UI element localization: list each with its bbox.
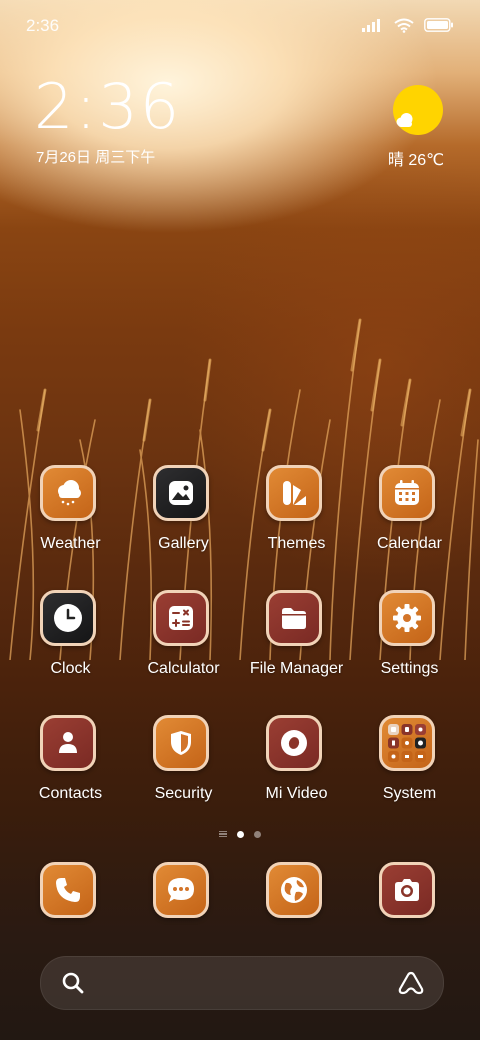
calculator-icon bbox=[153, 590, 209, 646]
person-icon bbox=[40, 715, 96, 771]
browser-icon bbox=[266, 862, 322, 918]
search-icon[interactable] bbox=[61, 971, 85, 995]
app-themes[interactable]: Themes bbox=[240, 465, 353, 575]
dock-browser[interactable] bbox=[240, 862, 353, 922]
app-security[interactable]: Security bbox=[127, 715, 240, 825]
status-time: 2:36 bbox=[26, 16, 60, 35]
folder-grid-icon bbox=[379, 715, 435, 771]
clock-widget-time[interactable]: 2:36 bbox=[34, 76, 181, 138]
dock-camera[interactable] bbox=[353, 862, 466, 922]
app-file-manager[interactable]: File Manager bbox=[240, 590, 353, 700]
app-mi-video[interactable]: Mi Video bbox=[240, 715, 353, 825]
search-bar[interactable] bbox=[40, 956, 444, 1010]
app-label: Weather bbox=[40, 535, 101, 552]
gear-icon bbox=[379, 590, 435, 646]
phone-icon bbox=[40, 862, 96, 918]
app-gallery[interactable]: Gallery bbox=[127, 465, 240, 575]
app-clock[interactable]: Clock bbox=[14, 590, 127, 700]
app-label: Gallery bbox=[158, 535, 209, 552]
status-bar: 2:36 bbox=[0, 0, 480, 50]
dock-messages[interactable] bbox=[127, 862, 240, 922]
battery-icon bbox=[424, 18, 453, 32]
app-settings[interactable]: Settings bbox=[353, 590, 466, 700]
dock-phone[interactable] bbox=[14, 862, 127, 922]
status-icons bbox=[362, 16, 454, 34]
assistant-icon[interactable] bbox=[397, 970, 425, 996]
app-label: Clock bbox=[50, 660, 91, 677]
app-label: Contacts bbox=[38, 785, 103, 802]
app-label: Calendar bbox=[377, 535, 442, 552]
app-label: Calculator bbox=[147, 660, 220, 677]
weather-widget-text[interactable]: 晴 26℃ bbox=[384, 146, 448, 170]
app-system-folder[interactable]: System bbox=[353, 715, 466, 825]
page-list-icon[interactable] bbox=[219, 830, 227, 838]
app-calculator[interactable]: Calculator bbox=[127, 590, 240, 700]
folder-icon bbox=[266, 590, 322, 646]
sunny-cloud-icon[interactable] bbox=[392, 84, 444, 136]
clock-widget-date[interactable]: 7月26日 周三下午 bbox=[36, 146, 155, 167]
app-label: File Manager bbox=[249, 660, 344, 677]
wifi-icon bbox=[394, 18, 414, 33]
camera-icon bbox=[379, 862, 435, 918]
app-label: Security bbox=[154, 785, 213, 802]
app-label: Settings bbox=[380, 660, 439, 677]
themes-icon bbox=[266, 465, 322, 521]
calendar-icon bbox=[379, 465, 435, 521]
app-label: Mi Video bbox=[265, 785, 328, 802]
page-dot-active[interactable] bbox=[237, 830, 244, 838]
video-icon bbox=[266, 715, 322, 771]
page-dot[interactable] bbox=[254, 830, 261, 838]
weather-icon bbox=[40, 465, 96, 521]
app-weather[interactable]: Weather bbox=[14, 465, 127, 575]
clock-icon bbox=[40, 590, 96, 646]
app-calendar[interactable]: Calendar bbox=[353, 465, 466, 575]
app-label: System bbox=[382, 785, 437, 802]
shield-icon bbox=[153, 715, 209, 771]
app-contacts[interactable]: Contacts bbox=[14, 715, 127, 825]
gallery-icon bbox=[153, 465, 209, 521]
signal-icon bbox=[362, 19, 380, 32]
messages-icon bbox=[153, 862, 209, 918]
page-indicator[interactable] bbox=[0, 826, 480, 842]
app-label: Themes bbox=[267, 535, 326, 552]
